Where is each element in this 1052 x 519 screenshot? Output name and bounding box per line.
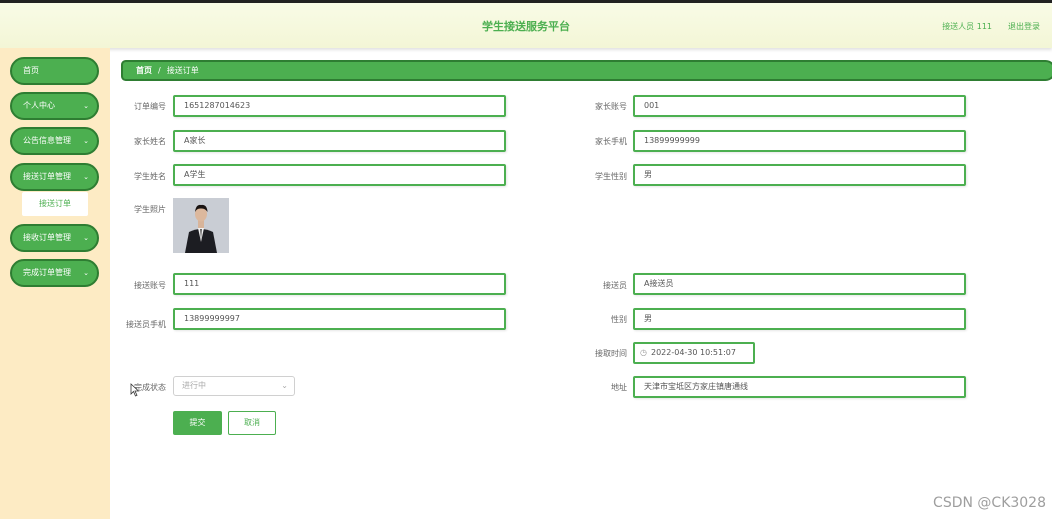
parent-account-field[interactable]: 001: [633, 95, 966, 117]
student-name-label: 学生姓名: [134, 172, 166, 181]
sidebar-item-label: 接送订单管理: [23, 172, 71, 181]
breadcrumb-separator: /: [158, 66, 161, 75]
current-user: 接送人员 111: [942, 22, 992, 31]
mouse-cursor-icon: [130, 383, 140, 397]
student-photo-label: 学生照片: [134, 205, 166, 214]
sidebar-item-label: 完成订单管理: [23, 268, 71, 277]
driver-gender-field[interactable]: 男: [633, 308, 966, 330]
breadcrumb: 首页 / 接送订单: [121, 60, 1052, 81]
parent-name-label: 家长姓名: [134, 137, 166, 146]
chevron-down-icon: ⌄: [83, 234, 89, 242]
sidebar-item-pickup-orders[interactable]: 接送订单管理 ⌄: [10, 163, 99, 191]
sidebar-item-received-orders[interactable]: 接收订单管理 ⌄: [10, 224, 99, 252]
driver-account-field[interactable]: 111: [173, 273, 506, 295]
student-photo: [173, 198, 229, 253]
top-header: 学生接送服务平台 接送人员 111 退出登录: [0, 0, 1052, 48]
pickup-time-label: 接取时间: [595, 349, 627, 358]
driver-account-label: 接送账号: [134, 281, 166, 290]
chevron-down-icon: ⌄: [83, 173, 89, 181]
clock-icon: ◷: [640, 348, 647, 357]
sidebar-item-label: 公告信息管理: [23, 136, 71, 145]
parent-account-label: 家长账号: [595, 102, 627, 111]
sidebar-item-label: 接收订单管理: [23, 233, 71, 242]
pickup-time-value: 2022-04-30 10:51:07: [650, 348, 736, 357]
student-name-field[interactable]: A学生: [173, 164, 506, 186]
status-select[interactable]: 进行中 ⌄: [173, 376, 295, 396]
parent-phone-label: 家长手机: [595, 137, 627, 146]
student-gender-field[interactable]: 男: [633, 164, 966, 186]
driver-gender-label: 性别: [611, 315, 627, 324]
cancel-button[interactable]: 取消: [228, 411, 276, 435]
chevron-down-icon: ⌄: [83, 269, 89, 277]
driver-name-field[interactable]: A接送员: [633, 273, 966, 295]
pickup-time-picker[interactable]: ◷ 2022-04-30 10:51:07: [633, 342, 755, 364]
driver-name-label: 接送员: [603, 281, 627, 290]
sidebar-item-home[interactable]: 首页: [10, 57, 99, 85]
address-label: 地址: [611, 383, 627, 392]
status-selected-value: 进行中: [182, 381, 206, 390]
parent-phone-field[interactable]: 13899999999: [633, 130, 966, 152]
order-no-label: 订单编号: [134, 102, 166, 111]
driver-phone-field[interactable]: 13899999997: [173, 308, 506, 330]
app-title: 学生接送服务平台: [482, 20, 570, 33]
order-no-field[interactable]: 1651287014623: [173, 95, 506, 117]
status-label: 完成状态: [134, 383, 166, 392]
logout-link[interactable]: 退出登录: [1008, 21, 1040, 32]
sidebar-item-personal-center[interactable]: 个人中心 ⌄: [10, 92, 99, 120]
sidebar-item-label: 个人中心: [23, 101, 55, 110]
driver-phone-label: 接送员手机: [126, 320, 166, 329]
breadcrumb-current: 接送订单: [166, 66, 199, 75]
sidebar-item-label: 首页: [23, 66, 39, 75]
chevron-down-icon: ⌄: [281, 381, 288, 390]
address-field[interactable]: 天津市宝坻区方家庄镇唐通线: [633, 376, 966, 398]
submenu-item-pickup-order[interactable]: 接送订单: [22, 192, 88, 216]
sidebar-item-completed-orders[interactable]: 完成订单管理 ⌄: [10, 259, 99, 287]
breadcrumb-home[interactable]: 首页: [136, 66, 152, 75]
sidebar-item-announcement[interactable]: 公告信息管理 ⌄: [10, 127, 99, 155]
submit-button[interactable]: 提交: [173, 411, 222, 435]
chevron-down-icon: ⌄: [83, 102, 89, 110]
watermark: CSDN @CK3028: [933, 495, 1046, 511]
student-gender-label: 学生性别: [595, 172, 627, 181]
chevron-down-icon: ⌄: [83, 137, 89, 145]
parent-name-field[interactable]: A家长: [173, 130, 506, 152]
